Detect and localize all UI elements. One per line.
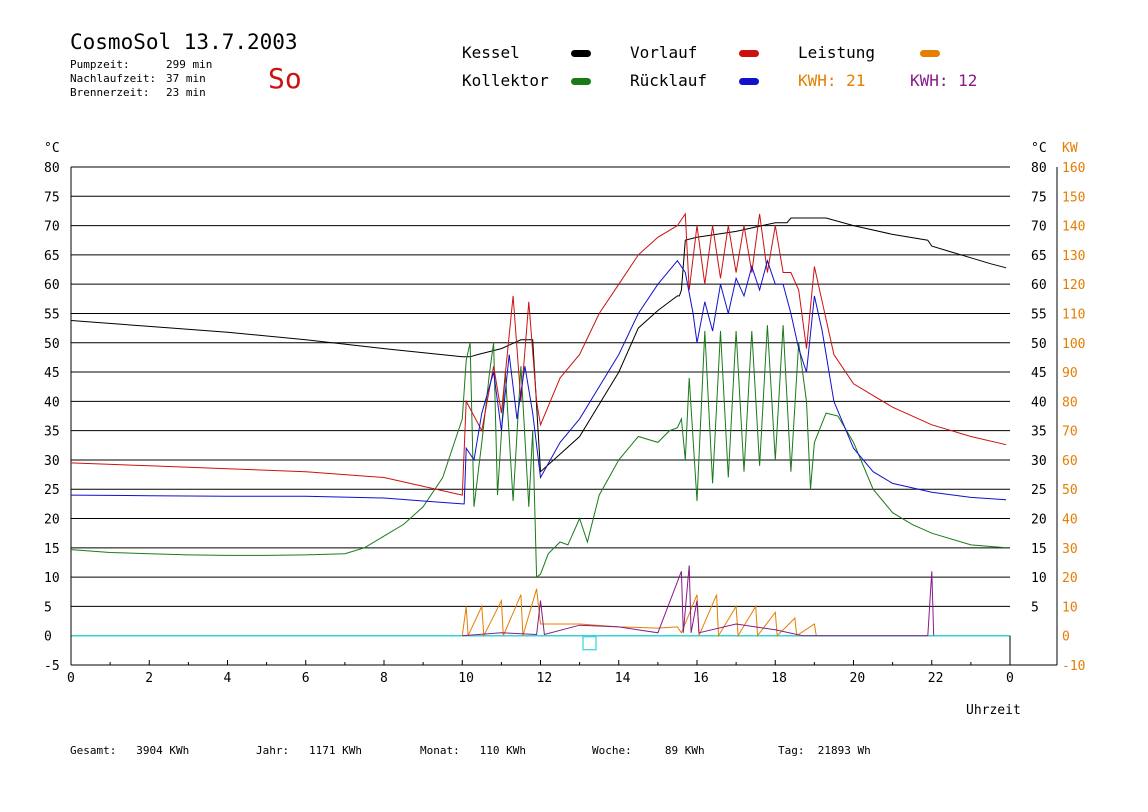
y-tick-right: 80: [1031, 161, 1047, 176]
temperature-chart: °C °C KW80 80 16075 75 15070 70 14065 65 13060 60 12…: [44, 141, 1085, 718]
y-tick-right: 60: [1031, 278, 1047, 293]
footer-jahr: Jahr: 1171 KWh: [256, 744, 362, 757]
y-tick-left: 75: [44, 190, 60, 205]
footer-monat: Monat: 110 KWh: [420, 744, 526, 757]
y-tick-left: 60: [44, 278, 60, 293]
y-tick-right: 75: [1031, 190, 1047, 205]
y-tick-right: 35: [1031, 425, 1047, 440]
y-tick-right: 20: [1031, 513, 1047, 528]
y-tick-left: 5: [44, 600, 52, 615]
y-tick-left: -5: [44, 659, 60, 674]
baseline-marker: [582, 636, 597, 651]
y-axis-unit-right: °C: [1031, 141, 1047, 156]
y-tick-left: 15: [44, 542, 60, 557]
y-tick-right: 50: [1031, 337, 1047, 352]
x-tick-label: 6: [302, 671, 310, 686]
y-tick-left: 35: [44, 425, 60, 440]
y-tick-left: 0: [44, 630, 52, 645]
y-axis-unit-left: °C: [44, 141, 60, 156]
series-line-leistung: [461, 588, 817, 638]
y-tick-left: 45: [44, 366, 60, 381]
y-tick-kw: 30: [1062, 542, 1078, 557]
y-tick-kw: 110: [1062, 307, 1085, 322]
y-tick-left: 50: [44, 337, 60, 352]
x-tick-label: 12: [537, 671, 553, 686]
x-tick-label: 10: [458, 671, 474, 686]
y-tick-right: 10: [1031, 571, 1047, 586]
series-line-kessel: [70, 217, 1007, 473]
series-line-kollektor: [70, 325, 1007, 579]
y-tick-kw: 70: [1062, 425, 1078, 440]
y-tick-kw: 80: [1062, 395, 1078, 410]
footer-woche: Woche: 89 KWh: [592, 744, 705, 757]
x-tick-label: 14: [615, 671, 631, 686]
y-tick-right: 70: [1031, 220, 1047, 235]
y-tick-left: 65: [44, 249, 60, 264]
y-tick-kw: 140: [1062, 220, 1085, 235]
series-line-vorlauf: [70, 212, 1007, 496]
y-tick-kw: 90: [1062, 366, 1078, 381]
x-tick-label: 22: [928, 671, 944, 686]
x-tick-label: 2: [145, 671, 153, 686]
y-tick-left: 80: [44, 161, 60, 176]
x-tick-label: 0: [67, 671, 75, 686]
x-tick-label: 16: [693, 671, 709, 686]
y-tick-right: 65: [1031, 249, 1047, 264]
y-tick-left: 55: [44, 307, 60, 322]
y-tick-left: 10: [44, 571, 60, 586]
y-tick-right: 25: [1031, 483, 1047, 498]
x-tick-label: 8: [380, 671, 388, 686]
y-tick-right: 5: [1031, 600, 1039, 615]
y-tick-left: 20: [44, 513, 60, 528]
y-tick-left: 25: [44, 483, 60, 498]
y-tick-left: 40: [44, 395, 60, 410]
y-tick-kw: 150: [1062, 190, 1085, 205]
footer-tag: Tag: 21893 Wh: [778, 744, 871, 757]
y-tick-kw: 100: [1062, 337, 1085, 352]
y-tick-kw: 40: [1062, 513, 1078, 528]
y-tick-right: 30: [1031, 454, 1047, 469]
footer-gesamt: Gesamt: 3904 KWh: [70, 744, 190, 757]
y-tick-right: 45: [1031, 366, 1047, 381]
x-tick-label: 20: [850, 671, 866, 686]
y-tick-kw: 50: [1062, 483, 1078, 498]
y-tick-kw: 0: [1062, 630, 1070, 645]
series-line-r-cklauf: [70, 258, 1007, 505]
y-tick-kw: -10: [1062, 659, 1085, 674]
y-tick-kw: 160: [1062, 161, 1085, 176]
x-tick-label: 18: [771, 671, 787, 686]
x-tick-label: 4: [224, 671, 232, 686]
y-tick-right: 15: [1031, 542, 1047, 557]
y-axis-unit-kw: KW: [1062, 141, 1078, 156]
x-tick-label: 0: [1006, 671, 1014, 686]
y-tick-left: 70: [44, 220, 60, 235]
y-tick-kw: 130: [1062, 249, 1085, 264]
y-tick-kw: 10: [1062, 600, 1078, 615]
y-tick-right: 55: [1031, 307, 1047, 322]
x-axis-label: Uhrzeit: [966, 703, 1021, 718]
y-tick-kw: 120: [1062, 278, 1085, 293]
y-tick-left: 30: [44, 454, 60, 469]
y-tick-kw: 20: [1062, 571, 1078, 586]
y-tick-kw: 60: [1062, 454, 1078, 469]
y-tick-right: 40: [1031, 395, 1047, 410]
